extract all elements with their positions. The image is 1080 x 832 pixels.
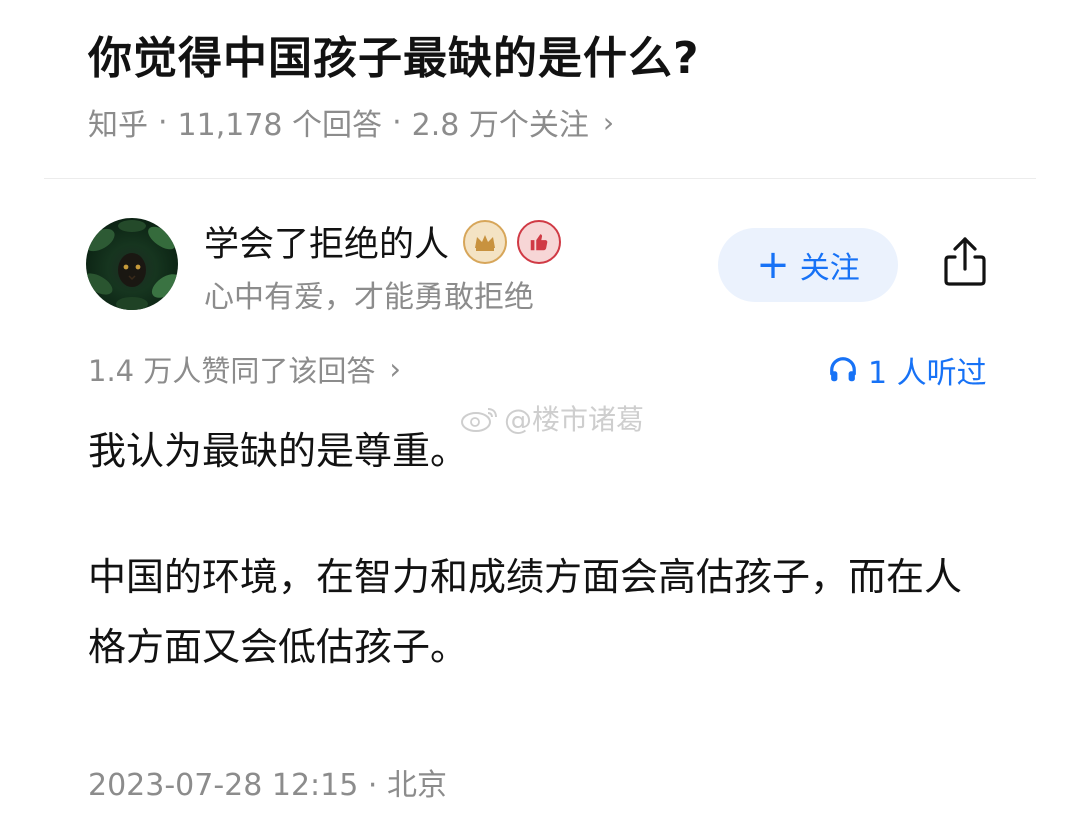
chevron-right-icon: › [389,352,401,386]
answer-count: 11,178 个回答 [177,108,383,143]
share-icon [944,237,986,286]
meta-separator: · [158,104,168,140]
follow-button[interactable]: + 关注 [718,228,898,302]
avatar[interactable] [86,218,178,310]
question-meta[interactable]: 知乎 · 11,178 个回答 · 2.8 万个关注 › [88,100,614,144]
meta-separator: · [392,104,402,140]
answer-paragraph: 我认为最缺的是尊重。 [88,429,469,473]
author-name[interactable]: 学会了拒绝的人 [204,216,449,267]
source-label: 知乎 [88,108,148,143]
thumbs-up-badge-icon[interactable] [517,219,562,264]
question-title[interactable]: 你觉得中国孩子最缺的是什么? [88,22,700,86]
follow-label: 关注 [799,251,860,286]
author-bio: 心中有爱，才能勇敢拒绝 [204,280,534,315]
agree-count[interactable]: 1.4 万人赞同了该回答 › [88,348,401,390]
headphones-icon [830,357,856,382]
share-button[interactable] [938,232,992,292]
listened-indicator[interactable]: 1 人听过 [828,348,987,392]
answer-timestamp: 2023-07-28 12:15 · 北京 [88,768,447,803]
divider [44,178,1036,179]
plus-icon: + [756,242,790,288]
chevron-right-icon: › [602,105,615,139]
listened-text: 1 人听过 [868,356,987,391]
follower-count: 2.8 万个关注 [411,108,589,143]
agree-text: 1.4 万人赞同了该回答 [88,354,376,388]
answer-paragraph: 中国的环境，在智力和成绩方面会高估孩子，而在人格方面又会低估孩子。 [88,555,963,669]
crown-badge-icon[interactable] [463,219,508,264]
author-info[interactable]: 学会了拒绝的人 [204,216,562,267]
avatar-image [86,220,178,310]
